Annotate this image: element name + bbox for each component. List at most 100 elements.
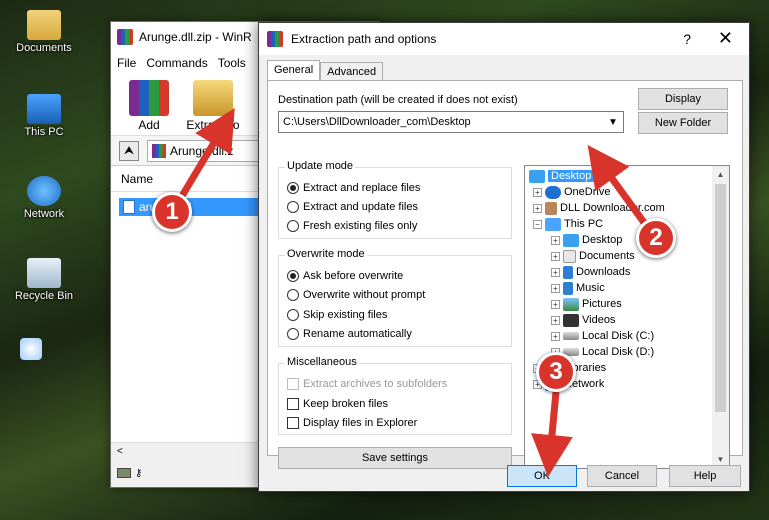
close-icon[interactable]: ✕: [718, 28, 733, 49]
expand-icon[interactable]: +: [551, 331, 560, 341]
tree-item-label: Desktop: [582, 234, 623, 246]
up-folder-button[interactable]: ⮝: [119, 140, 139, 161]
tree-item-music[interactable]: + Music: [551, 280, 605, 296]
tree-vertical-scrollbar[interactable]: ▲ ▼: [712, 166, 729, 468]
expand-icon[interactable]: +: [533, 203, 542, 213]
tree-item-desktop[interactable]: Desktop: [529, 168, 595, 184]
expand-icon[interactable]: +: [551, 251, 560, 261]
tree-item-downloads[interactable]: + Downloads: [551, 264, 630, 280]
help-button[interactable]: Help: [669, 465, 741, 487]
tree-item-videos[interactable]: + Videos: [551, 312, 615, 328]
destination-label: Destination path (will be created if doe…: [278, 94, 518, 106]
radio-rename-automatically[interactable]: Rename automatically: [287, 328, 412, 340]
desktop-icon-recycle-bin[interactable]: Recycle Bin: [4, 258, 84, 302]
download-arrow-icon: [563, 265, 573, 279]
tree-item-this-pc[interactable]: − This PC: [533, 216, 603, 232]
tree-item-pc-desktop[interactable]: + Desktop: [551, 232, 622, 248]
scroll-up-icon[interactable]: ▲: [712, 166, 729, 183]
option-label: Extract and replace files: [303, 182, 421, 194]
tree-item-documents[interactable]: + Documents: [551, 248, 635, 264]
radio-button-checked[interactable]: [287, 182, 299, 194]
option-label: Extract archives to subfolders: [303, 378, 448, 390]
general-panel: Destination path (will be created if doe…: [267, 80, 743, 469]
update-mode-title: Update mode: [285, 160, 356, 172]
tree-item-label: Documents: [579, 250, 635, 262]
desktop-icon-label: Recycle Bin: [14, 290, 74, 302]
add-button[interactable]: Add: [121, 74, 177, 135]
menu-tools[interactable]: Tools: [218, 56, 246, 70]
drive-icon: [117, 468, 131, 478]
expand-icon[interactable]: +: [551, 315, 560, 325]
chevron-down-icon[interactable]: ▼: [605, 114, 621, 130]
checkbox[interactable]: [287, 417, 299, 429]
new-folder-button[interactable]: New Folder: [638, 112, 728, 134]
radio-extract-update[interactable]: Extract and update files: [287, 201, 418, 213]
cancel-button[interactable]: Cancel: [587, 465, 657, 487]
save-settings-button[interactable]: Save settings: [278, 447, 512, 469]
menu-commands[interactable]: Commands: [146, 56, 207, 70]
address-text: Arunge.dll.z: [170, 143, 234, 158]
tab-general[interactable]: General: [267, 60, 321, 80]
checkbox-keep-broken[interactable]: Keep broken files: [287, 398, 388, 410]
desktop-icon-documents[interactable]: Documents: [4, 10, 84, 54]
desktop-icon-this-pc[interactable]: This PC: [4, 94, 84, 138]
radio-button[interactable]: [287, 201, 299, 213]
help-icon[interactable]: ?: [683, 31, 691, 47]
ok-button[interactable]: OK: [507, 465, 577, 487]
radio-fresh-existing[interactable]: Fresh existing files only: [287, 220, 417, 232]
destination-path-value: C:\Users\DllDownloader_com\Desktop: [283, 116, 471, 128]
scrollbar-thumb[interactable]: [715, 184, 726, 412]
extract-to-button[interactable]: Extract To: [185, 74, 241, 135]
collapse-icon[interactable]: −: [533, 219, 542, 229]
extraction-dialog: Extraction path and options ? ✕ General …: [258, 22, 750, 492]
dialog-titlebar[interactable]: Extraction path and options ? ✕: [259, 23, 749, 55]
tree-item-pictures[interactable]: + Pictures: [551, 296, 622, 312]
key-icon: ⚷: [135, 467, 143, 479]
radio-button[interactable]: [287, 289, 299, 301]
step-badge-2: 2: [636, 218, 676, 258]
destination-path-combobox[interactable]: C:\Users\DllDownloader_com\Desktop ▼: [278, 111, 624, 133]
radio-ask-before[interactable]: Ask before overwrite: [287, 270, 403, 282]
videos-icon: [563, 313, 579, 327]
tree-item-dll-downloader[interactable]: + DLL Downloader.com: [533, 200, 665, 216]
user-icon: [545, 201, 557, 215]
tree-item-label: This PC: [564, 218, 604, 230]
shortcut-icon[interactable]: [20, 338, 42, 360]
checkbox-extract-subfolders: Extract archives to subfolders: [287, 378, 447, 390]
network-icon: [27, 176, 61, 206]
option-label: Fresh existing files only: [303, 220, 418, 232]
documents-icon: [563, 249, 576, 263]
desktop-icon: [563, 233, 579, 247]
tree-item-label: Local Disk (C:): [582, 330, 655, 342]
folder-tree[interactable]: Desktop + OneDrive + DLL Downloader.com …: [524, 165, 730, 469]
radio-overwrite-without-prompt[interactable]: Overwrite without prompt: [287, 289, 425, 301]
display-button[interactable]: Display: [638, 88, 728, 110]
miscellaneous-group: Miscellaneous Extract archives to subfol…: [278, 356, 512, 435]
radio-button[interactable]: [287, 220, 299, 232]
radio-button[interactable]: [287, 309, 299, 321]
tree-item-local-disk-c[interactable]: + Local Disk (C:): [551, 328, 654, 344]
tree-item-label: Local Disk (D:): [582, 346, 655, 358]
scroll-left-arrow[interactable]: <: [117, 446, 123, 457]
expand-icon[interactable]: +: [533, 187, 542, 197]
menu-file[interactable]: File: [117, 56, 136, 70]
radio-button-checked[interactable]: [287, 270, 299, 282]
option-label: Display files in Explorer: [303, 417, 418, 429]
winrar-title: Arunge.dll.zip - WinR: [139, 30, 252, 44]
tab-advanced[interactable]: Advanced: [320, 62, 384, 80]
expand-icon[interactable]: +: [551, 235, 560, 245]
desktop-icon-network[interactable]: Network: [4, 176, 84, 220]
user-folder-icon: [27, 10, 61, 40]
expand-icon[interactable]: +: [551, 299, 560, 309]
tree-item-onedrive[interactable]: + OneDrive: [533, 184, 610, 200]
expand-icon[interactable]: +: [551, 283, 560, 293]
checkbox-display-explorer[interactable]: Display files in Explorer: [287, 417, 417, 429]
tree-item-label: Downloads: [576, 266, 631, 278]
radio-extract-replace[interactable]: Extract and replace files: [287, 182, 420, 194]
option-label: Keep broken files: [303, 398, 388, 410]
radio-skip-existing[interactable]: Skip existing files: [287, 309, 387, 321]
checkbox[interactable]: [287, 398, 299, 410]
radio-button[interactable]: [287, 328, 299, 340]
expand-icon[interactable]: +: [551, 267, 560, 277]
option-label: Skip existing files: [303, 309, 388, 321]
